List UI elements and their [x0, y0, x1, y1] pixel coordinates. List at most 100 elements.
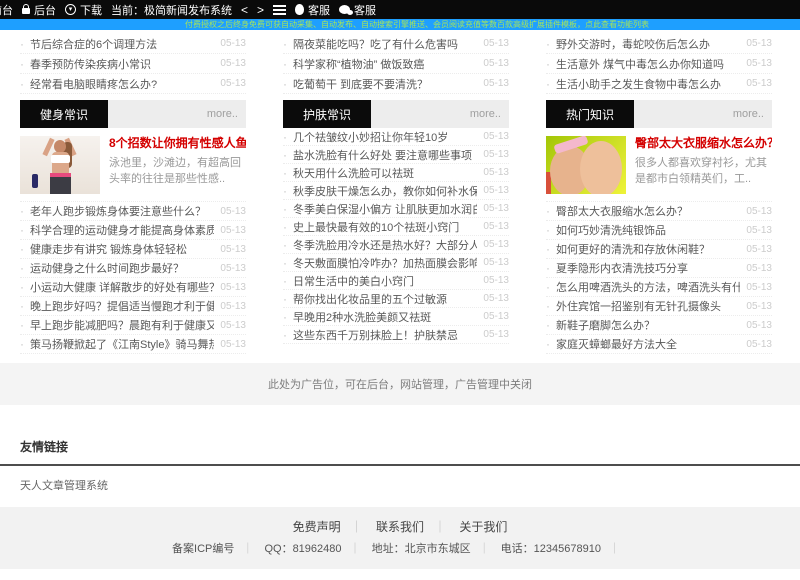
footer-nav-link[interactable]: 关于我们: [459, 520, 507, 534]
article-title[interactable]: 小运动大健康 详解散步的好处有哪些？: [30, 279, 214, 295]
article-row[interactable]: · 怎么用啤酒洗头的方法，啤酒洗头有什么好 05-13: [546, 278, 772, 297]
article-row[interactable]: · 冬季美白保湿小偏方 让肌肤更加水润白皙 05-13: [283, 200, 509, 218]
article-title[interactable]: 日常生活中的美白小窍门: [293, 273, 477, 289]
article-title[interactable]: 冬季洗脸用冷水还是热水好？大部分人都错: [293, 237, 477, 253]
article-row[interactable]: · 如何巧妙清洗纯银饰品 05-13: [546, 221, 772, 240]
wechat-service-button[interactable]: 客服: [339, 2, 376, 18]
article-row[interactable]: · 盐水洗脸有什么好处 要注意哪些事项 05-13: [283, 146, 509, 164]
article-title[interactable]: 吃葡萄干 到底要不要清洗？: [293, 76, 477, 92]
section-title-tab[interactable]: 健身常识: [20, 100, 108, 128]
article-title[interactable]: 运动健身之什么时间跑步最好？: [30, 260, 214, 276]
article-row[interactable]: · 策马扬鞭掀起了《江南Style》骑马舞热潮 05-13: [20, 335, 246, 354]
article-title[interactable]: 怎么用啤酒洗头的方法，啤酒洗头有什么好: [556, 279, 740, 295]
article-title[interactable]: 晚上跑步好吗？提倡适当慢跑才利于健康: [30, 298, 214, 314]
download-link[interactable]: ▾ 下载: [65, 2, 102, 18]
article-row[interactable]: · 几个祛皱纹小妙招让你年轻10岁 05-13: [283, 128, 509, 146]
article-title[interactable]: 生活小助手之发生食物中毒怎么办: [556, 76, 740, 92]
article-row[interactable]: · 野外交游时，毒蛇咬伤后怎么办 05-13: [546, 34, 772, 54]
article-title[interactable]: 臀部太大衣服缩水怎么办？: [556, 203, 740, 219]
article-title[interactable]: 节后综合症的6个调理方法: [30, 36, 214, 52]
article-title[interactable]: 早晚用2种水洗脸美颜又祛斑: [293, 309, 477, 325]
article-row[interactable]: · 臀部太大衣服缩水怎么办？ 05-13: [546, 202, 772, 221]
article-title[interactable]: 家庭灭蟑螂最好方法大全: [556, 336, 740, 352]
article-title[interactable]: 如何更好的清洗和存放休闲鞋？: [556, 241, 740, 257]
article-title[interactable]: 秋天用什么洗脸可以祛斑: [293, 165, 477, 181]
article-title[interactable]: 夏季隐形内衣清洗技巧分享: [556, 260, 740, 276]
hamburger-menu-icon[interactable]: [273, 3, 286, 17]
article-title[interactable]: 冬天敷面膜怕冷咋办？加热面膜会影响效果: [293, 255, 477, 271]
article-title[interactable]: 生活意外 煤气中毒怎么办你知道吗: [556, 56, 740, 72]
article-title[interactable]: 隔夜菜能吃吗？吃了有什么危害吗: [293, 36, 477, 52]
article-title[interactable]: 如何巧妙清洗纯银饰品: [556, 222, 740, 238]
article-row[interactable]: · 科学合理的运动健身才能提高身体素质 05-13: [20, 221, 246, 240]
article-title[interactable]: 健康走步有讲究 锻炼身体轻轻松: [30, 241, 214, 257]
article-row[interactable]: · 科学家称“植物油” 做饭致癌 05-13: [283, 54, 509, 74]
promo-notice-bar[interactable]: 付费授权之后终身免费可获自动采集、自动发布、自动搜索引擎推送、会员阅读充值等数百…: [0, 19, 800, 30]
article-row[interactable]: · 节后综合症的6个调理方法 05-13: [20, 34, 246, 54]
more-link[interactable]: more..: [733, 100, 772, 128]
footer-nav-link[interactable]: 免费声明: [293, 520, 341, 534]
section-title-tab[interactable]: 护肤常识: [283, 100, 371, 128]
article-title[interactable]: 帮你找出化妆品里的五个过敏源: [293, 291, 477, 307]
chevron-right-icon[interactable]: >: [257, 3, 264, 17]
featured-article[interactable]: 8个招数让你拥有性感人鱼线 泳池里，沙滩边，有超高回头率的往往是那些性感..: [20, 128, 246, 202]
qq-service-button[interactable]: 客服: [295, 2, 330, 18]
article-row[interactable]: · 夏季隐形内衣清洗技巧分享 05-13: [546, 259, 772, 278]
article-title[interactable]: 科学家称“植物油” 做饭致癌: [293, 56, 477, 72]
article-title[interactable]: 经常看电脑眼睛疼怎么办?: [30, 76, 214, 92]
article-title[interactable]: 新鞋子磨脚怎么办？: [556, 317, 740, 333]
article-row[interactable]: · 早上跑步能减肥吗？晨跑有利于健康又能减 05-13: [20, 316, 246, 335]
backend-link[interactable]: 后台: [22, 2, 56, 18]
more-link[interactable]: more..: [470, 100, 509, 128]
article-title[interactable]: 冬季美白保湿小偏方 让肌肤更加水润白皙: [293, 201, 477, 217]
article-row[interactable]: · 生活意外 煤气中毒怎么办你知道吗 05-13: [546, 54, 772, 74]
article-row[interactable]: · 日常生活中的美白小窍门 05-13: [283, 272, 509, 290]
article-row[interactable]: · 秋季皮肤干燥怎么办，教你如何补水保养 05-13: [283, 182, 509, 200]
frontend-label[interactable]: 前台: [0, 2, 13, 18]
friend-link[interactable]: 天人文章管理系统: [20, 477, 108, 493]
featured-title[interactable]: 臀部太大衣服缩水怎么办？: [635, 136, 772, 150]
article-row[interactable]: · 运动健身之什么时间跑步最好？ 05-13: [20, 259, 246, 278]
article-row[interactable]: · 早晚用2种水洗脸美颜又祛斑 05-13: [283, 308, 509, 326]
article-title[interactable]: 老年人跑步锻炼身体要注意些什么？: [30, 203, 214, 219]
article-row[interactable]: · 史上最快最有效的10个祛斑小窍门 05-13: [283, 218, 509, 236]
backend-label[interactable]: 后台: [34, 2, 56, 18]
article-title[interactable]: 几个祛皱纹小妙招让你年轻10岁: [293, 129, 477, 145]
article-row[interactable]: · 新鞋子磨脚怎么办？ 05-13: [546, 316, 772, 335]
frontend-link[interactable]: 前台: [0, 2, 13, 18]
article-row[interactable]: · 老年人跑步锻炼身体要注意些什么？ 05-13: [20, 202, 246, 221]
download-label[interactable]: 下载: [80, 2, 102, 18]
article-title[interactable]: 史上最快最有效的10个祛斑小窍门: [293, 219, 477, 235]
wechat-service-label[interactable]: 客服: [354, 2, 376, 18]
article-row[interactable]: · 健康走步有讲究 锻炼身体轻轻松 05-13: [20, 240, 246, 259]
article-title[interactable]: 外住宾馆一招鉴别有无针孔摄像头: [556, 298, 740, 314]
article-row[interactable]: · 冬天敷面膜怕冷咋办？加热面膜会影响效果 05-13: [283, 254, 509, 272]
article-row[interactable]: · 家庭灭蟑螂最好方法大全 05-13: [546, 335, 772, 354]
article-title[interactable]: 野外交游时，毒蛇咬伤后怎么办: [556, 36, 740, 52]
article-row[interactable]: · 吃葡萄干 到底要不要清洗？ 05-13: [283, 74, 509, 94]
article-row[interactable]: · 春季预防传染疾病小常识 05-13: [20, 54, 246, 74]
article-row[interactable]: · 如何更好的清洗和存放休闲鞋？ 05-13: [546, 240, 772, 259]
featured-image-hip[interactable]: [546, 136, 626, 194]
section-title-tab[interactable]: 热门知识: [546, 100, 634, 128]
article-title[interactable]: 科学合理的运动健身才能提高身体素质: [30, 222, 214, 238]
article-row[interactable]: · 这些东西千万别抹脸上！护肤禁忌 05-13: [283, 326, 509, 344]
article-row[interactable]: · 晚上跑步好吗？提倡适当慢跑才利于健康 05-13: [20, 297, 246, 316]
article-title[interactable]: 策马扬鞭掀起了《江南Style》骑马舞热潮: [30, 336, 214, 352]
featured-title[interactable]: 8个招数让你拥有性感人鱼线: [109, 136, 246, 150]
chevron-left-icon[interactable]: <: [241, 3, 248, 17]
article-title[interactable]: 盐水洗脸有什么好处 要注意哪些事项: [293, 147, 477, 163]
article-row[interactable]: · 冬季洗脸用冷水还是热水好？大部分人都错 05-13: [283, 236, 509, 254]
article-title[interactable]: 这些东西千万别抹脸上！护肤禁忌: [293, 327, 477, 343]
article-title[interactable]: 春季预防传染疾病小常识: [30, 56, 214, 72]
article-title[interactable]: 早上跑步能减肥吗？晨跑有利于健康又能减: [30, 317, 214, 333]
article-row[interactable]: · 生活小助手之发生食物中毒怎么办 05-13: [546, 74, 772, 94]
article-row[interactable]: · 帮你找出化妆品里的五个过敏源 05-13: [283, 290, 509, 308]
qq-service-label[interactable]: 客服: [308, 2, 330, 18]
article-row[interactable]: · 小运动大健康 详解散步的好处有哪些？ 05-13: [20, 278, 246, 297]
featured-article[interactable]: 臀部太大衣服缩水怎么办？ 很多人都喜欢穿衬衫，尤其是都市白领精英们，工..: [546, 128, 772, 202]
article-row[interactable]: · 经常看电脑眼睛疼怎么办? 05-13: [20, 74, 246, 94]
article-title[interactable]: 秋季皮肤干燥怎么办，教你如何补水保养: [293, 183, 477, 199]
ad-placeholder[interactable]: 此处为广告位，可在后台，网站管理，广告管理中关闭: [0, 363, 800, 405]
footer-nav-link[interactable]: 联系我们: [376, 520, 424, 534]
